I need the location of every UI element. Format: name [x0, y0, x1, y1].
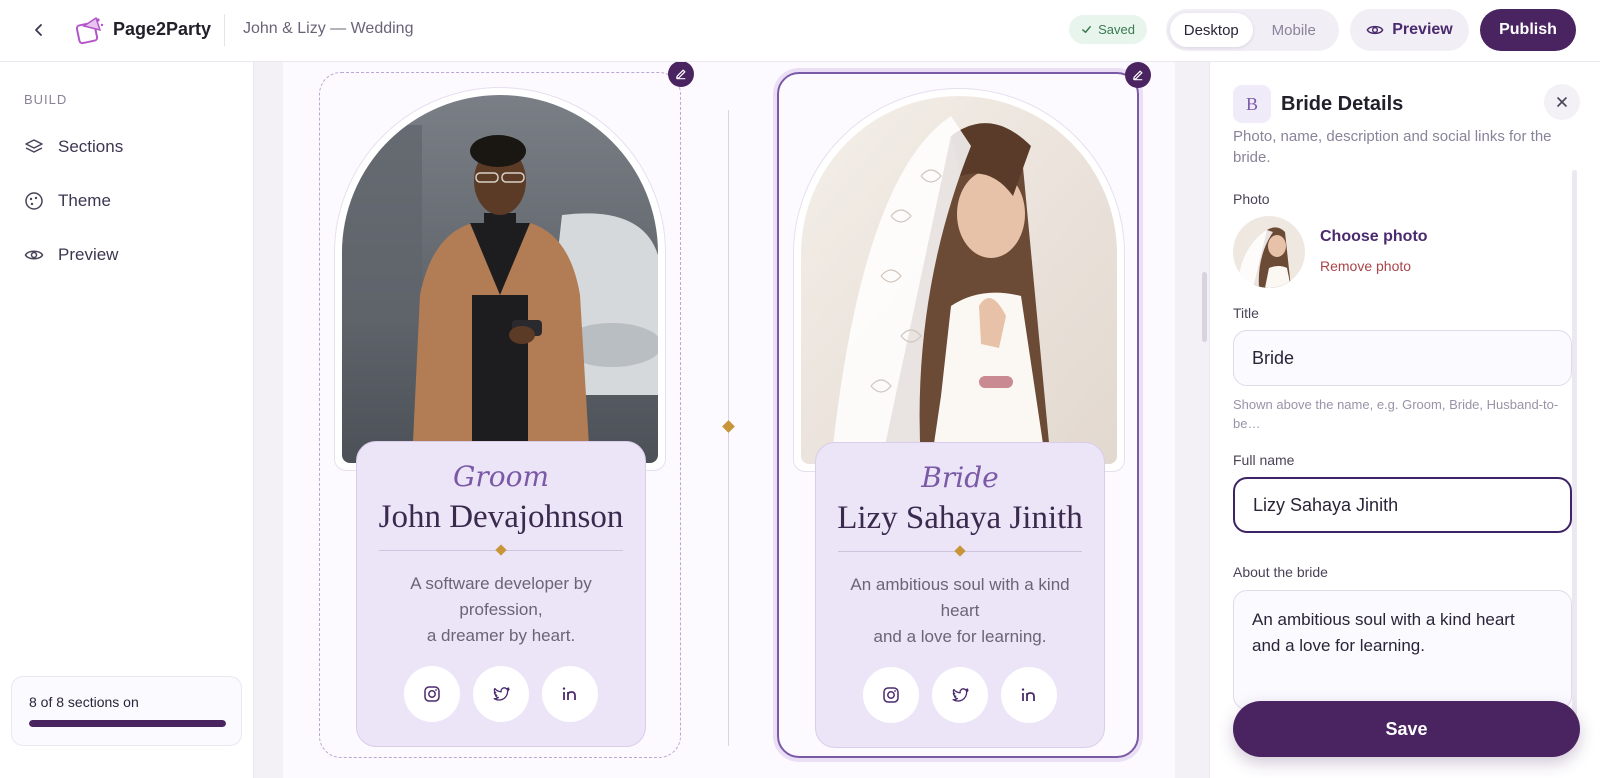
twitter-icon — [493, 687, 510, 701]
groom-name: John Devajohnson — [378, 499, 624, 535]
name-divider — [379, 544, 623, 556]
fullname-field-label: Full name — [1233, 452, 1295, 468]
groom-linkedin-link[interactable] — [542, 666, 598, 722]
eye-icon — [1366, 25, 1384, 35]
sections-progress-bar — [29, 720, 226, 727]
twitter-icon — [952, 688, 969, 702]
groom-description: A software developer by profession, a dr… — [381, 571, 621, 649]
bride-info-card: Bride Lizy Sahaya Jinith An ambitious so… — [815, 442, 1105, 748]
bride-description-line: An ambitious soul with a kind heart — [850, 575, 1070, 620]
sections-progress-text: 8 of 8 sections on — [29, 694, 139, 710]
pencil-icon — [1133, 70, 1143, 81]
chevron-left-icon — [35, 24, 42, 36]
close-icon — [1557, 97, 1567, 107]
bride-twitter-link[interactable] — [932, 667, 988, 723]
fullname-input[interactable] — [1233, 477, 1572, 533]
about-textarea[interactable]: An ambitious soul with a kind heart and … — [1233, 590, 1572, 710]
title-field-label: Title — [1233, 305, 1259, 321]
groom-description-line: a dreamer by heart. — [426, 626, 576, 645]
title-field-hint: Shown above the name, e.g. Groom, Bride,… — [1233, 397, 1559, 431]
bride-name: Lizy Sahaya Jinith — [837, 500, 1083, 536]
project-name: John & Lizy — Wedding — [243, 20, 414, 37]
close-panel-button[interactable] — [1544, 84, 1580, 120]
check-icon — [1082, 26, 1091, 33]
groom-info-card: Groom John Devajohnson A software develo… — [356, 441, 646, 747]
edit-groom-button[interactable] — [668, 62, 694, 87]
groom-card[interactable]: Groom John Devajohnson A software develo… — [319, 62, 694, 758]
bride-card[interactable]: Bride Lizy Sahaya Jinith An ambitious so… — [777, 62, 1151, 758]
layers-icon — [24, 137, 44, 157]
sidebar-item-label: Sections — [58, 137, 124, 156]
bride-details-panel: B Bride Details Photo, name, description… — [1209, 62, 1600, 778]
bride-role-title: Bride — [921, 461, 999, 494]
diamond-ornament-icon — [495, 544, 507, 556]
topbar-divider — [224, 14, 225, 46]
sidebar-item-theme[interactable]: Theme — [24, 186, 111, 216]
top-bar: Page2Party John & Lizy — Wedding Saved D… — [0, 0, 1600, 62]
photo-label: Photo — [1233, 191, 1270, 207]
instagram-icon — [424, 686, 440, 702]
device-mobile-option[interactable]: Mobile — [1253, 13, 1336, 47]
groom-photo — [342, 95, 658, 463]
bride-linkedin-link[interactable] — [1001, 667, 1057, 723]
sidebar-item-sections[interactable]: Sections — [24, 132, 123, 162]
saved-status-badge: Saved — [1069, 15, 1147, 44]
remove-photo-link[interactable]: Remove photo — [1320, 258, 1411, 274]
sidebar-item-label: Preview — [58, 245, 119, 264]
bride-photo-frame — [793, 88, 1125, 472]
bride-description: An ambitious soul with a kind heart and … — [840, 572, 1080, 650]
groom-instagram-link[interactable] — [404, 666, 460, 722]
brand-logo — [74, 14, 106, 46]
edit-bride-button[interactable] — [1125, 62, 1151, 88]
panel-badge: B — [1233, 85, 1271, 123]
device-desktop-option[interactable]: Desktop — [1170, 13, 1253, 47]
preview-button-label: Preview — [1392, 21, 1453, 38]
preview-button[interactable]: Preview — [1350, 9, 1469, 51]
eye-icon — [24, 245, 44, 265]
couple-section-preview: Groom John Devajohnson A software develo… — [283, 62, 1175, 778]
center-diamond-icon — [722, 420, 735, 433]
sidebar-section-label: BUILD — [24, 92, 68, 107]
panel-scrollbar[interactable] — [1572, 170, 1577, 730]
panel-title: Bride Details — [1281, 93, 1404, 115]
choose-photo-link[interactable]: Choose photo — [1320, 228, 1428, 246]
bride-social-links — [816, 667, 1104, 723]
saved-label: Saved — [1098, 22, 1135, 37]
linkedin-icon — [562, 687, 576, 700]
name-divider — [838, 545, 1082, 557]
device-toggle: Desktop Mobile — [1166, 9, 1339, 51]
sections-progress-card: 8 of 8 sections on — [11, 676, 242, 746]
palette-icon — [24, 191, 44, 211]
editor-canvas: Groom John Devajohnson A software develo… — [255, 62, 1209, 778]
sidebar-item-preview[interactable]: Preview — [24, 240, 118, 270]
groom-role-title: Groom — [452, 460, 550, 493]
sections-progress-fill — [29, 720, 226, 727]
groom-social-links — [357, 666, 645, 722]
brand-name: Page2Party — [113, 19, 212, 39]
title-input[interactable] — [1233, 330, 1572, 386]
groom-photo-frame — [334, 87, 666, 471]
diamond-ornament-icon — [954, 545, 966, 557]
canvas-scrollbar[interactable] — [1202, 272, 1207, 342]
publish-button[interactable]: Publish — [1480, 9, 1576, 51]
instagram-icon — [883, 687, 899, 703]
bride-photo — [801, 96, 1117, 464]
bride-photo-thumbnail — [1233, 216, 1305, 288]
bride-instagram-link[interactable] — [863, 667, 919, 723]
pencil-icon — [676, 69, 686, 80]
back-button[interactable] — [26, 17, 52, 43]
save-button[interactable]: Save — [1233, 701, 1580, 757]
linkedin-icon — [1021, 688, 1035, 701]
panel-subtitle: Photo, name, description and social link… — [1233, 128, 1552, 166]
groom-description-line: A software developer by profession, — [410, 574, 592, 619]
sidebar-item-label: Theme — [58, 191, 111, 210]
left-sidebar: BUILD Sections Theme Preview 8 of 8 sect… — [0, 62, 254, 778]
about-field-label: About the bride — [1233, 564, 1328, 580]
groom-twitter-link[interactable] — [473, 666, 529, 722]
bride-description-line: and a love for learning. — [873, 627, 1047, 646]
